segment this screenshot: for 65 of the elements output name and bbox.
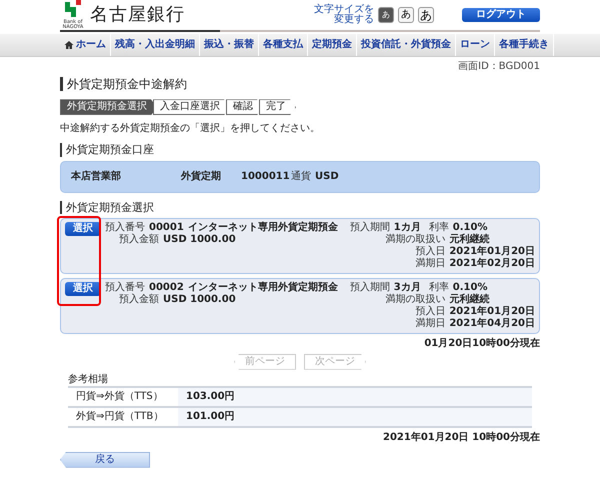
detail-value: 2021年01月20日 [449,246,535,258]
bank-name: 名古屋銀行 [90,4,185,26]
font-size-label: 文字サイズを 変更する [314,5,374,25]
deposit-number-label: 預入番号 [105,222,145,234]
detail-label: 満期の取扱い [384,234,446,246]
rate-label: 利率 [428,282,449,294]
deposit-number: 00001 [149,222,184,234]
amount-value: USD 1000.00 [163,294,236,306]
nav-link[interactable]: 各種手続き [495,34,554,56]
back-button[interactable]: 戻る [60,452,150,468]
section-heading: 外貨定期預金口座 [60,143,540,157]
screen-id: 画面ID：BGD001 [457,61,540,73]
detail-value: 元利継続 [449,234,490,246]
nav-link[interactable]: 振込・振替 [200,34,259,56]
term-value: 3カ月 [394,282,421,294]
home-icon [64,40,74,50]
amount-label: 預入金額 [118,294,159,306]
logout-button[interactable]: ログアウト [462,8,540,22]
select-button[interactable]: 選択 [65,282,101,296]
progress-step: 完了 [259,99,296,116]
detail-label: 満期日 [414,318,446,330]
term-value: 1カ月 [394,222,421,234]
term-label: 預入期間 [350,222,390,234]
rate-value: 101.00円 [178,406,532,427]
currency-label: 通貨 [291,170,311,183]
deposit-number: 00002 [149,282,184,294]
branch-name: 本店営業部 [71,170,122,183]
detail-label: 満期日 [414,258,446,270]
detail-value: 2021年04月20日 [449,318,535,330]
page-title: 外貨定期預金中途解約 [60,77,540,92]
account-number: 1000011 [241,170,291,183]
nav-link[interactable]: 各種支払 [259,34,308,56]
amount-label: 預入金額 [118,234,159,246]
nav-link[interactable]: 残高・入出金明細 [111,34,200,56]
section-heading: 外貨定期預金選択 [60,200,540,214]
rate-value: 0.10% [452,222,488,234]
deposit-number-label: 預入番号 [105,282,145,294]
detail-value: 元利継続 [449,294,490,306]
amount-value: USD 1000.00 [163,234,236,246]
as-of-time: 01月20日10時00分現在 [423,338,540,350]
product-name: インターネット専用外貨定期預金 [188,282,338,294]
detail-value: 2021年01月20日 [449,306,535,318]
term-label: 預入期間 [350,282,390,294]
home-link[interactable]: ホーム [60,34,111,56]
detail-label: 預入日 [414,246,446,258]
nav-link[interactable]: ローン [456,34,495,56]
bank-logo-icon [64,0,82,20]
detail-label: 預入日 [414,306,446,318]
font-size-button[interactable]: あ [418,7,434,23]
detail-value: 2021年02月20日 [449,258,535,270]
currency-value: USD [315,170,339,183]
font-size-button[interactable]: あ [378,7,394,23]
detail-label: 満期の取扱い [384,294,446,306]
rate-label: 利率 [428,222,449,234]
select-button[interactable]: 選択 [65,222,101,236]
instruction-text: 中途解約する外貨定期預金の「選択」を押してください。 [60,123,321,136]
font-size-button[interactable]: あ [398,7,414,23]
nav-link[interactable]: 投資信託・外貨預金 [357,34,456,56]
rate-value: 0.10% [452,282,488,294]
rates-title: 参考相場 [68,374,109,386]
account-type: 外貨定期 [181,170,222,183]
product-name: インターネット専用外貨定期預金 [188,222,338,234]
nav-link[interactable]: 定期預金 [308,34,357,56]
as-of-time: 2021年01月20日 10時00分現在 [382,432,540,444]
rate-value: 103.00円 [178,386,532,407]
